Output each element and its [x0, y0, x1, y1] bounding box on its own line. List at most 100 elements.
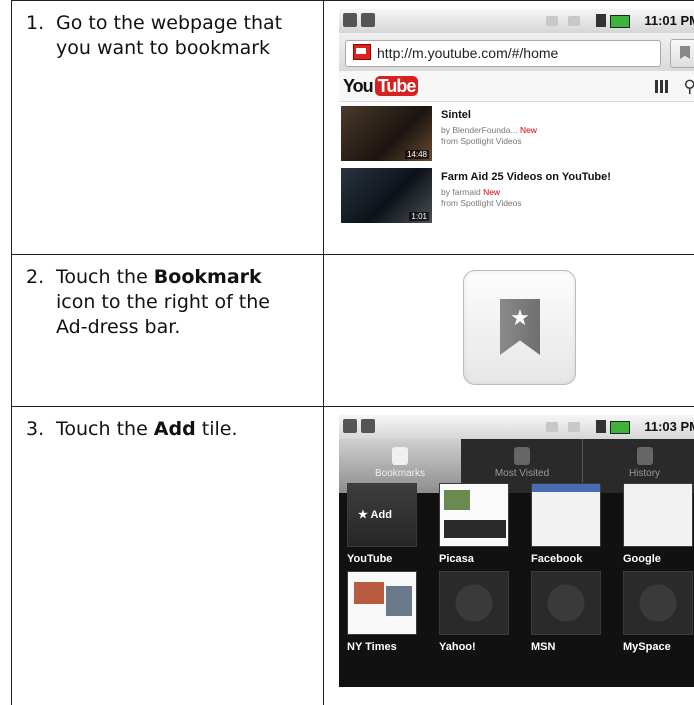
tile-thumbnail [439, 483, 509, 547]
youtube-screenshot: 11:01 PM http://m.youtube.com/#/home You… [339, 9, 694, 226]
instruction-table: 1.Go to the webpage that you want to boo… [11, 0, 684, 674]
step-text-3: 3.Touch the Add tile. [12, 407, 324, 705]
star-icon: ★ [505, 307, 535, 331]
address-bar-row: http://m.youtube.com/#/home [339, 33, 694, 71]
video-duration: 14:48 [405, 150, 429, 159]
grid-icon[interactable] [655, 80, 668, 93]
video-author: by BlenderFounda... [441, 125, 518, 135]
tile-caption: Facebook [531, 553, 601, 565]
status-bar: 11:03 PM [339, 415, 694, 439]
bookmark-tile-picasa[interactable]: Picasa [439, 483, 509, 565]
wifi-icon [546, 16, 558, 26]
notification-icon [361, 419, 375, 433]
star-icon: ★ [358, 509, 368, 521]
step-text-2: 2.Touch the Bookmark icon to the right o… [12, 255, 324, 407]
notification-icon [361, 13, 375, 27]
add-text: Add [371, 509, 392, 521]
clock-icon [637, 447, 653, 465]
add-tile[interactable]: ★ Add [347, 483, 417, 547]
search-icon[interactable]: ⚲ [684, 77, 694, 97]
step-body: Touch the Bookmark icon to the right of … [56, 265, 291, 340]
step-row-1: 1.Go to the webpage that you want to boo… [12, 1, 694, 255]
step-row-3: 3.Touch the Add tile. 11:03 PM Bookmarks… [12, 407, 694, 705]
video-title: Sintel [441, 109, 471, 121]
eye-icon [514, 447, 530, 465]
tab-label: History [629, 468, 660, 479]
battery-icon [610, 15, 630, 28]
url-text: http://m.youtube.com/#/home [377, 45, 558, 61]
tile-thumbnail [531, 571, 601, 635]
notification-icon [343, 419, 357, 433]
logo-you: You [343, 76, 373, 96]
step-number: 3. [26, 417, 56, 442]
video-source: from Spotlight Videos [441, 198, 522, 208]
video-title: Farm Aid 25 Videos on YouTube! [441, 171, 611, 183]
step-body: Touch the Add tile. [56, 417, 291, 442]
bookmark-button-large[interactable]: ★ [463, 270, 576, 385]
signal-icon [568, 16, 580, 26]
tile-thumbnail [439, 571, 509, 635]
signal-icon [568, 422, 580, 432]
bookmark-icon [392, 447, 408, 465]
status-bar: 11:01 PM [339, 9, 694, 33]
notification-icon [343, 13, 357, 27]
tile-caption: Google [623, 553, 693, 565]
add-label: ★ Add [358, 508, 392, 521]
step-row-2: 2.Touch the Bookmark icon to the right o… [12, 255, 694, 407]
bookmark-tile-nytimes[interactable]: NY Times [347, 571, 417, 653]
new-badge: New [483, 187, 500, 197]
bookmark-tile-youtube[interactable]: ★ Add YouTube [347, 483, 417, 565]
sim-icon [596, 420, 606, 433]
bookmark-tile-yahoo[interactable]: Yahoo! [439, 571, 509, 653]
thumb-image [386, 586, 412, 616]
step-screenshot-3: 11:03 PM Bookmarks Most Visited History … [324, 407, 694, 705]
step-keyword: Add [154, 418, 196, 440]
clock: 11:01 PM [644, 13, 694, 28]
bookmark-tile-myspace[interactable]: MySpace [623, 571, 693, 653]
tab-label: Bookmarks [375, 468, 425, 479]
video-duration: 1:01 [409, 212, 429, 221]
tile-caption: Picasa [439, 553, 509, 565]
step-screenshot-1: 11:01 PM http://m.youtube.com/#/home You… [324, 1, 694, 255]
step-number: 1. [26, 11, 56, 36]
bookmarks-screenshot: 11:03 PM Bookmarks Most Visited History … [339, 415, 694, 687]
new-badge: New [520, 125, 537, 135]
step-text-part: Touch the [56, 266, 154, 288]
video-thumbnail: 14:48 [341, 106, 432, 161]
video-item[interactable]: 14:48 Sintel by BlenderFounda... Newfrom… [339, 102, 694, 164]
tile-thumbnail [623, 483, 693, 547]
tile-thumbnail [531, 483, 601, 547]
step-keyword: Bookmark [154, 266, 262, 288]
video-source: from Spotlight Videos [441, 136, 522, 146]
clock: 11:03 PM [644, 419, 694, 434]
sim-icon [596, 14, 606, 27]
logo-tube: Tube [375, 76, 419, 96]
step-text-part: tile. [196, 418, 238, 440]
tile-caption: Yahoo! [439, 641, 509, 653]
battery-icon [610, 421, 630, 434]
tile-caption: MySpace [623, 641, 693, 653]
youtube-logo: YouTube [343, 76, 418, 97]
video-item[interactable]: 1:01 Farm Aid 25 Videos on YouTube! by f… [339, 164, 694, 226]
tile-caption: YouTube [347, 553, 417, 565]
video-author: by farmaid [441, 187, 481, 197]
tile-caption: NY Times [347, 641, 417, 653]
thumb-image [354, 582, 384, 604]
thumb-image [444, 490, 470, 510]
tile-thumbnail [347, 571, 417, 635]
thumb-image [444, 520, 506, 538]
bookmark-tile-facebook[interactable]: Facebook [531, 483, 601, 565]
bookmark-button[interactable] [670, 39, 694, 68]
youtube-header: YouTube ⚲ [339, 71, 694, 102]
thumb-header [532, 484, 600, 492]
video-meta: by farmaid Newfrom Spotlight Videos [441, 187, 522, 209]
tab-label: Most Visited [495, 468, 549, 479]
bookmark-tile-msn[interactable]: MSN [531, 571, 601, 653]
bookmark-tile-google[interactable]: Google [623, 483, 693, 565]
step-number: 2. [26, 265, 56, 290]
address-bar[interactable]: http://m.youtube.com/#/home [345, 40, 661, 67]
wifi-icon [546, 422, 558, 432]
step-body: Go to the webpage that you want to bookm… [56, 11, 291, 61]
video-meta: by BlenderFounda... Newfrom Spotlight Vi… [441, 125, 537, 147]
youtube-favicon-icon [353, 44, 371, 60]
